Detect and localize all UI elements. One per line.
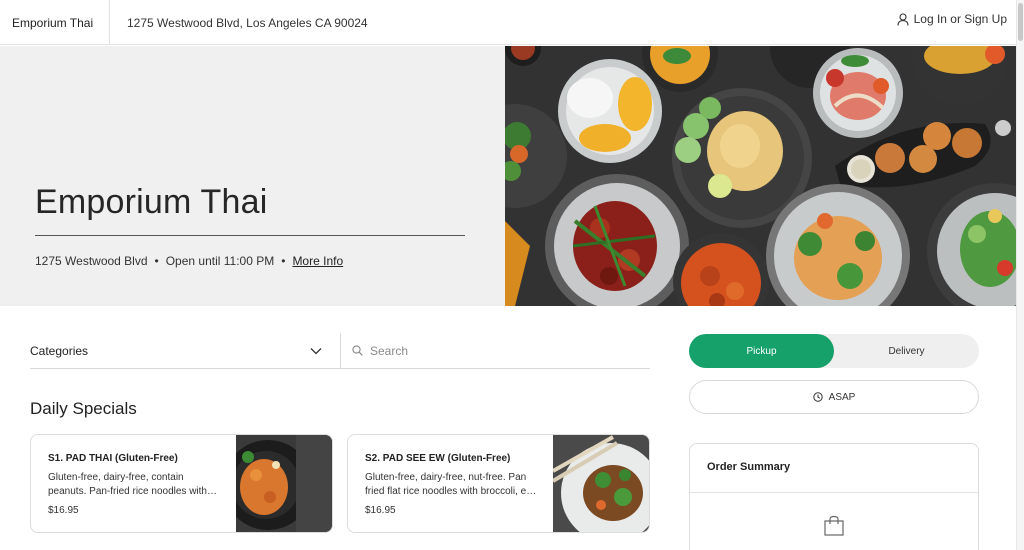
menu-item-description: Gluten-free, dairy-free, nut-free. Pan f… <box>365 472 538 497</box>
chevron-down-icon <box>310 347 322 354</box>
login-label: Log In or Sign Up <box>913 12 1007 26</box>
top-nav-bar: Emporium Thai 1275 Westwood Blvd, Los An… <box>0 0 1016 45</box>
clock-icon <box>812 392 823 402</box>
menu-item-image <box>236 435 332 532</box>
time-label: ASAP <box>828 391 856 403</box>
time-selector-button[interactable]: ASAP <box>689 380 979 414</box>
hero-divider <box>35 235 465 236</box>
menu-item-price: $16.95 <box>48 505 79 516</box>
search-input[interactable] <box>370 343 630 358</box>
meta-hours: Open until 11:00 PM <box>165 254 275 268</box>
menu-item-price: $16.95 <box>365 505 396 516</box>
restaurant-meta: 1275 Westwood Blvd • Open until 11:00 PM… <box>35 254 343 268</box>
menu-item-description: Gluten-free, dairy-free, contain peanuts… <box>48 472 207 497</box>
hero-food-image <box>505 46 1016 306</box>
menu-item-name: S1. PAD THAI (Gluten-Free) <box>48 453 178 464</box>
menu-item-card[interactable]: S2. PAD SEE EW (Gluten-Free) Gluten-free… <box>347 434 650 533</box>
separator-dot: • <box>281 254 286 268</box>
page-scrollbar[interactable] <box>1016 0 1024 550</box>
categories-label: Categories <box>30 343 89 358</box>
menu-item-image <box>553 435 649 532</box>
meta-address: 1275 Westwood Blvd <box>35 254 148 268</box>
order-summary-panel: Order Summary <box>689 443 979 550</box>
brand-name[interactable]: Emporium Thai <box>0 0 110 45</box>
section-title-daily-specials: Daily Specials <box>30 399 137 418</box>
menu-item-name: S2. PAD SEE EW (Gluten-Free) <box>365 453 511 464</box>
order-summary-divider <box>690 492 978 493</box>
separator-dot: • <box>154 254 159 268</box>
pickup-button[interactable]: Pickup <box>689 334 834 368</box>
order-summary-title: Order Summary <box>707 461 791 473</box>
header-address[interactable]: 1275 Westwood Blvd, Los Angeles CA 90024 <box>127 0 368 45</box>
user-icon <box>897 12 909 26</box>
categories-dropdown[interactable]: Categories <box>30 333 340 369</box>
menu-search <box>340 333 650 369</box>
fulfillment-toggle: Pickup Delivery <box>689 334 979 368</box>
more-info-link[interactable]: More Info <box>292 254 343 268</box>
shopping-bag-icon <box>824 515 844 536</box>
delivery-button[interactable]: Delivery <box>834 334 979 368</box>
search-icon <box>352 345 363 356</box>
login-button[interactable]: Log In or Sign Up <box>897 0 1007 38</box>
menu-item-card[interactable]: S1. PAD THAI (Gluten-Free) Gluten-free, … <box>30 434 333 533</box>
restaurant-title: Emporium Thai <box>35 183 268 221</box>
scrollbar-thumb[interactable] <box>1018 3 1023 41</box>
